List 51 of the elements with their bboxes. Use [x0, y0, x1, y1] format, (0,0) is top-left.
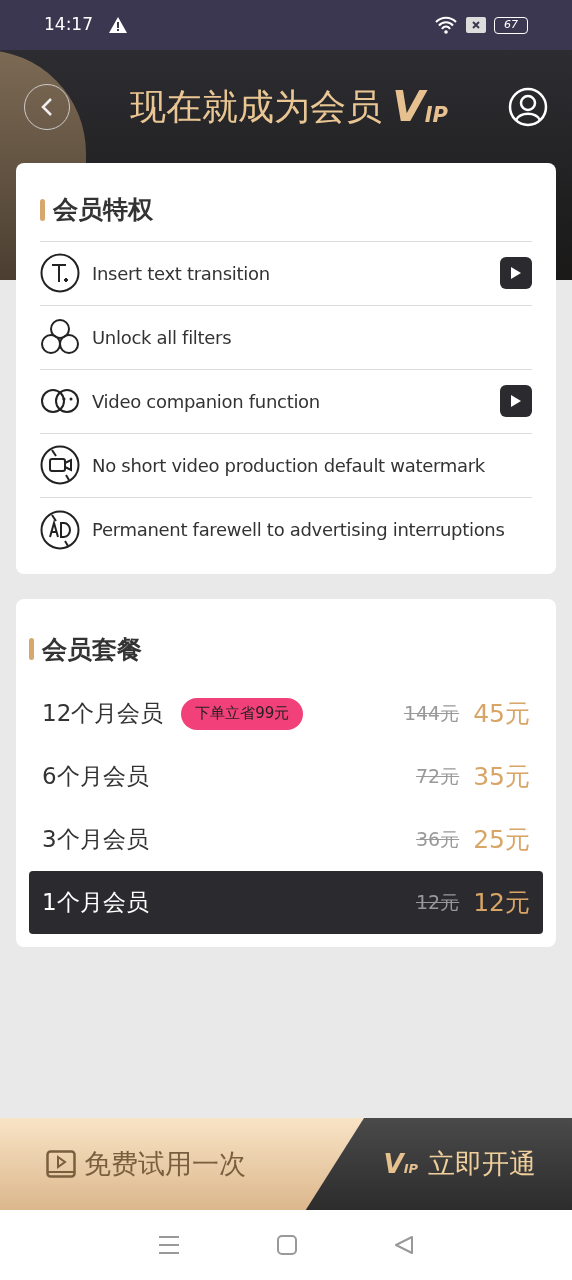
plan-name: 3个月会员 — [42, 825, 149, 855]
vip-logo: VIP — [392, 86, 448, 128]
plan-name: 12个月会员 — [42, 699, 164, 729]
account-button[interactable] — [508, 87, 548, 127]
play-icon — [510, 394, 522, 408]
discount-badge: 下单立省99元 — [181, 697, 304, 730]
home-icon[interactable] — [277, 1235, 297, 1255]
accent-bar — [40, 198, 45, 221]
plan-price: 35元 — [473, 760, 530, 793]
plan-option[interactable]: 3个月会员 36元 25元 — [29, 808, 543, 871]
battery-indicator: 67 — [494, 16, 528, 34]
plan-price: 45元 — [473, 697, 530, 730]
plan-option[interactable]: 6个月会员 72元 35元 — [29, 745, 543, 808]
plan-name: 1个月会员 — [42, 888, 149, 918]
play-video-button[interactable] — [500, 257, 532, 289]
section-title: 会员套餐 — [42, 633, 142, 666]
privilege-label: Video companion function — [92, 389, 321, 414]
original-price: 12元 — [416, 890, 460, 916]
user-icon — [508, 87, 548, 127]
original-price: 72元 — [416, 764, 460, 790]
plan-name: 6个月会员 — [42, 762, 149, 792]
privilege-label: No short video production default watermark — [92, 453, 486, 478]
clock: 14:17 — [44, 13, 93, 37]
play-icon — [510, 266, 522, 280]
play-video-button[interactable] — [500, 385, 532, 417]
back-icon — [40, 97, 54, 117]
privilege-label: Unlock all filters — [92, 325, 233, 350]
original-price: 144元 — [403, 701, 460, 727]
privilege-label: Permanent farewell to advertising interruptions — [92, 518, 506, 542]
wifi-icon — [434, 16, 458, 34]
plan-option[interactable]: 1个月会员 12元 12元 — [29, 871, 543, 934]
plan-option[interactable]: 12个月会员 下单立省99元 144元 45元 — [29, 682, 543, 745]
warning-icon — [109, 17, 127, 33]
sim-off-icon — [466, 17, 486, 33]
text-add-icon — [40, 253, 80, 293]
no-ads-icon — [40, 509, 80, 550]
menu-icon[interactable] — [158, 1235, 181, 1255]
open-membership-button[interactable]: VIP 立即开通 — [364, 1118, 572, 1210]
free-trial-button[interactable]: 免费试用一次 — [0, 1118, 364, 1210]
plan-price: 25元 — [473, 823, 530, 856]
vip-logo: VIP — [383, 1151, 418, 1177]
no-video-icon — [40, 445, 80, 485]
back-nav-icon[interactable] — [393, 1235, 414, 1255]
page-title: 现在就成为会员 — [130, 85, 383, 129]
filters-icon — [40, 317, 80, 357]
privilege-label: Insert text transition — [92, 261, 271, 286]
section-title: 会员特权 — [53, 194, 153, 226]
accent-bar — [29, 638, 34, 661]
plan-price: 12元 — [473, 886, 530, 919]
original-price: 36元 — [416, 827, 460, 853]
video-icon — [46, 1150, 76, 1178]
